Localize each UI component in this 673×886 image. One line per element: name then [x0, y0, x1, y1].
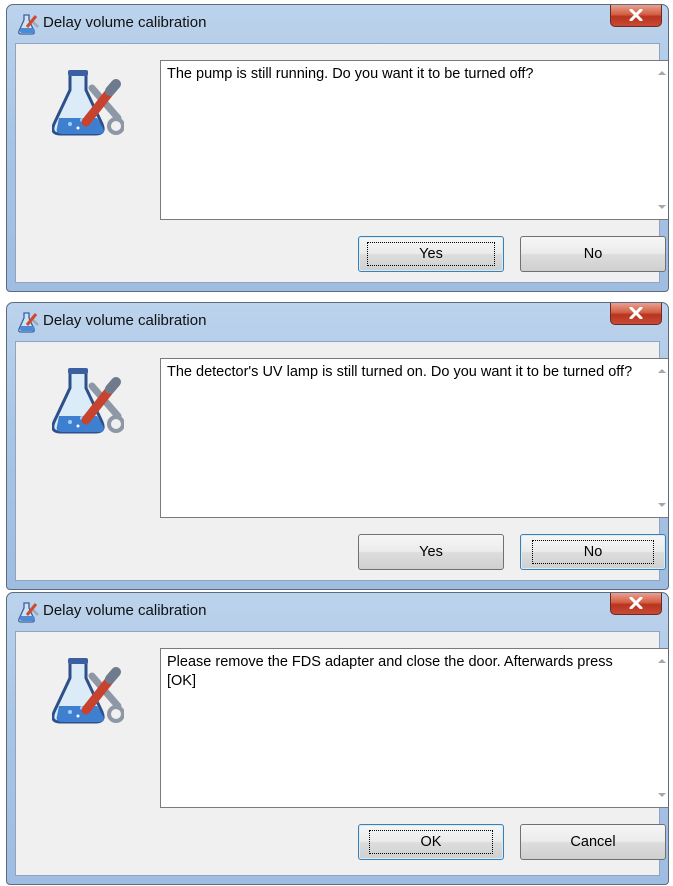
close-icon [629, 306, 643, 320]
yes-button[interactable]: Yes [358, 236, 504, 272]
message-textbox[interactable]: The detector's UV lamp is still turned o… [160, 358, 668, 518]
flask-tools-icon [17, 601, 39, 623]
dialog-uv-lamp: Delay volume calibration The detector's … [6, 302, 669, 590]
close-button[interactable] [610, 5, 662, 27]
close-icon [629, 8, 643, 22]
title-bar[interactable]: Delay volume calibration [7, 303, 668, 341]
close-icon [629, 596, 643, 610]
flask-tools-icon [51, 366, 125, 442]
title-bar[interactable]: Delay volume calibration [7, 593, 668, 631]
ok-button[interactable]: OK [358, 824, 504, 860]
flask-tools-icon [51, 656, 125, 732]
flask-tools-icon [51, 68, 125, 144]
message-textbox[interactable]: The pump is still running. Do you want i… [160, 60, 668, 220]
scroll-up-icon[interactable] [658, 369, 666, 373]
window-title: Delay volume calibration [43, 312, 207, 329]
scroll-down-icon[interactable] [658, 793, 666, 797]
dialog-client-area: The pump is still running. Do you want i… [15, 43, 668, 283]
scroll-up-icon[interactable] [658, 71, 666, 75]
cancel-button[interactable]: Cancel [520, 824, 666, 860]
no-button[interactable]: No [520, 236, 666, 272]
flask-tools-icon [17, 13, 39, 35]
scrollbar[interactable] [653, 649, 668, 807]
ok-button-label: OK [368, 830, 494, 854]
close-button[interactable] [610, 303, 662, 325]
message-text: The detector's UV lamp is still turned o… [167, 364, 633, 380]
yes-button-label: Yes [419, 544, 443, 560]
close-button[interactable] [610, 593, 662, 615]
dialog-pump-running: Delay volume calibration The pump is sti… [6, 4, 669, 292]
scrollbar[interactable] [653, 61, 668, 219]
message-text: The pump is still running. Do you want i… [167, 66, 534, 82]
flask-tools-icon [17, 311, 39, 333]
dialog-remove-fds-adapter: Delay volume calibration Please remove t… [6, 592, 669, 885]
scroll-down-icon[interactable] [658, 205, 666, 209]
window-title: Delay volume calibration [43, 14, 207, 31]
title-bar[interactable]: Delay volume calibration [7, 5, 668, 43]
scroll-down-icon[interactable] [658, 503, 666, 507]
yes-button-label: Yes [367, 242, 495, 266]
no-button-label: No [531, 540, 655, 564]
message-textbox[interactable]: Please remove the FDS adapter and close … [160, 648, 668, 808]
yes-button[interactable]: Yes [358, 534, 504, 570]
window-title: Delay volume calibration [43, 602, 207, 619]
no-button-label: No [583, 246, 603, 262]
cancel-button-label: Cancel [570, 834, 616, 850]
scrollbar[interactable] [653, 359, 668, 517]
dialog-client-area: Please remove the FDS adapter and close … [15, 631, 668, 876]
no-button[interactable]: No [520, 534, 666, 570]
scroll-up-icon[interactable] [658, 659, 666, 663]
dialog-client-area: The detector's UV lamp is still turned o… [15, 341, 668, 581]
message-text: Please remove the FDS adapter and close … [167, 654, 613, 689]
